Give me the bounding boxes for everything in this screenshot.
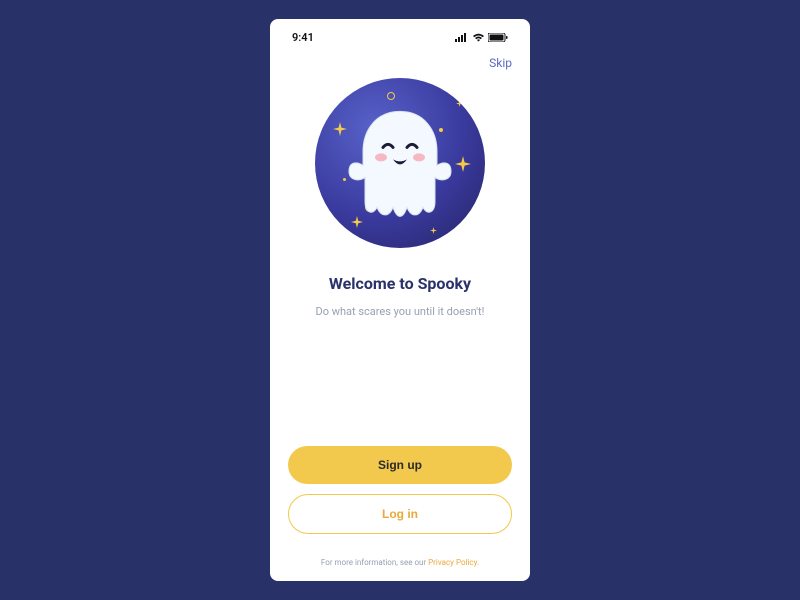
sparkle-icon: [456, 100, 463, 107]
login-button[interactable]: Log in: [288, 494, 512, 534]
ring-icon: [387, 92, 395, 100]
sparkle-icon: [430, 227, 437, 234]
footer-prefix: For more information, see our: [321, 558, 428, 567]
sparkle-icon: [455, 156, 471, 172]
signup-button[interactable]: Sign up: [288, 446, 512, 484]
privacy-policy-link[interactable]: Privacy Policy: [428, 558, 477, 567]
wifi-icon: [472, 33, 485, 42]
page-subtitle: Do what scares you until it doesn't!: [288, 305, 512, 318]
skip-link[interactable]: Skip: [288, 56, 512, 70]
signal-icon: [455, 33, 469, 42]
status-icons: [455, 33, 508, 42]
footer-suffix: .: [477, 558, 479, 567]
status-time: 9:41: [292, 31, 314, 44]
footer-text: For more information, see our Privacy Po…: [288, 558, 512, 567]
hero-illustration: [288, 78, 512, 248]
page-title: Welcome to Spooky: [288, 274, 512, 293]
hero-circle: [315, 78, 485, 248]
status-bar: 9:41: [288, 31, 512, 44]
ghost-icon: [345, 105, 455, 225]
actions-container: Sign up Log in For more information, see…: [288, 446, 512, 567]
phone-frame: 9:41 Skip: [270, 19, 530, 581]
battery-icon: [488, 33, 508, 42]
